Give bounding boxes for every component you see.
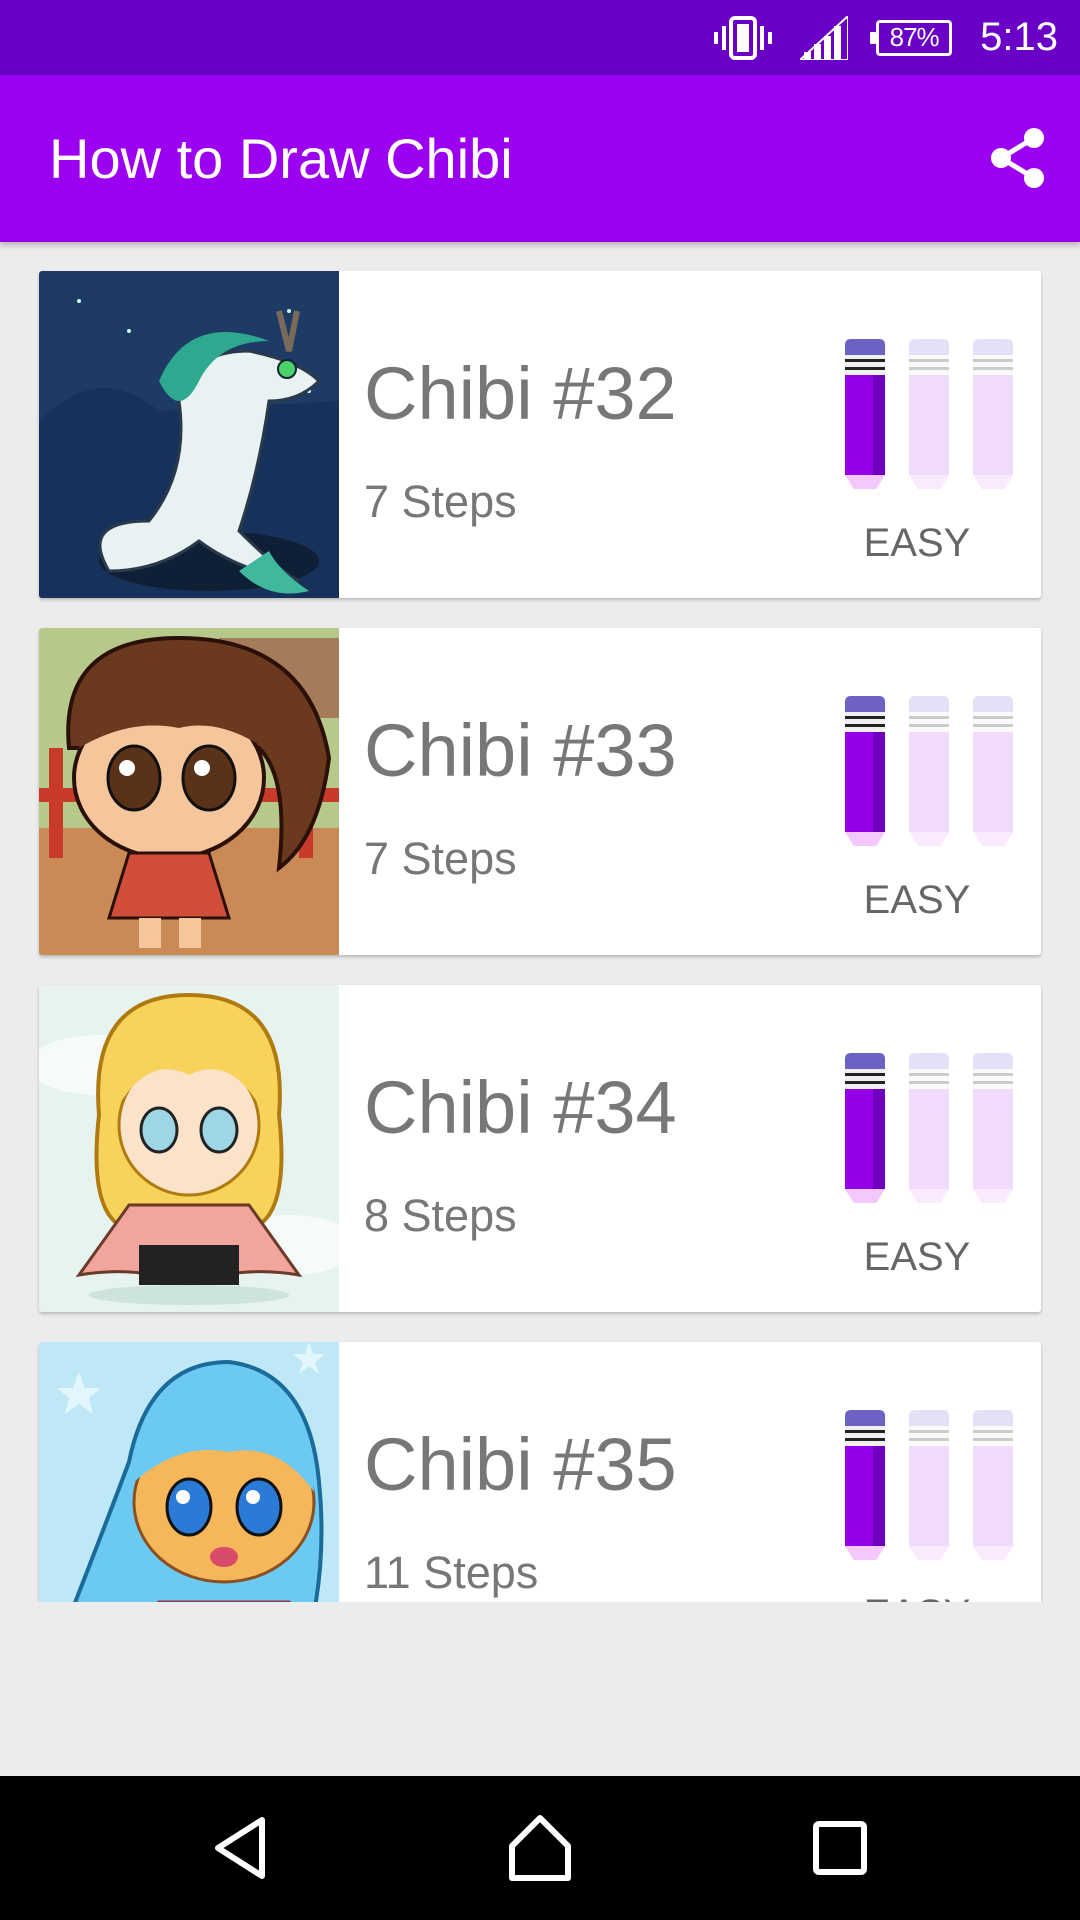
pencil-icon-inactive bbox=[973, 696, 1013, 846]
difficulty-pencils bbox=[845, 339, 1013, 489]
item-title: Chibi #32 bbox=[364, 352, 677, 435]
difficulty-label: EASY bbox=[863, 521, 971, 565]
signal-icon bbox=[800, 15, 849, 60]
vibrate-icon bbox=[714, 15, 773, 60]
recents-icon[interactable] bbox=[798, 1806, 882, 1890]
battery-icon: 87% bbox=[870, 19, 953, 56]
difficulty-label: EASY bbox=[863, 1235, 971, 1279]
pencil-icon-active bbox=[845, 696, 885, 846]
chibi-35-thumbnail bbox=[39, 1342, 339, 1602]
pencil-icon-inactive bbox=[909, 696, 949, 846]
difficulty-label: EASY bbox=[839, 1592, 995, 1602]
difficulty-pencils bbox=[845, 1053, 1013, 1203]
pencil-icon-inactive bbox=[973, 1410, 1013, 1560]
difficulty-label: EASY bbox=[863, 878, 971, 922]
app-bar: How to Draw Chibi bbox=[0, 75, 1080, 242]
item-steps: 7 Steps bbox=[364, 833, 517, 884]
pencil-icon-active bbox=[845, 339, 885, 489]
navigation-bar bbox=[0, 1776, 1080, 1920]
item-title: Chibi #35 bbox=[364, 1423, 677, 1506]
item-steps: 7 Steps bbox=[364, 476, 517, 527]
item-title: Chibi #34 bbox=[364, 1066, 677, 1149]
tutorial-list: Chibi #32 7 Steps EASY Chibi #33 7 Steps… bbox=[0, 242, 1080, 1602]
item-steps: 8 Steps bbox=[364, 1190, 517, 1241]
chibi-34-thumbnail bbox=[39, 985, 339, 1312]
chibi-33-thumbnail bbox=[39, 628, 339, 955]
battery-level: 87% bbox=[889, 22, 940, 52]
difficulty-pencils bbox=[845, 1410, 1013, 1560]
pencil-icon-inactive bbox=[909, 339, 949, 489]
list-item[interactable]: Chibi #35 11 Steps bbox=[39, 1342, 1041, 1602]
pencil-icon-inactive bbox=[909, 1053, 949, 1203]
pencil-icon-inactive bbox=[973, 339, 1013, 489]
pencil-icon-inactive bbox=[973, 1053, 1013, 1203]
share-icon[interactable] bbox=[984, 125, 1050, 191]
list-item[interactable]: Chibi #33 7 Steps EASY bbox=[39, 628, 1041, 955]
back-icon[interactable] bbox=[200, 1806, 284, 1890]
chibi-32-thumbnail bbox=[39, 271, 339, 598]
status-bar: 87% 5:13 bbox=[0, 0, 1080, 75]
difficulty-pencils bbox=[845, 696, 1013, 846]
item-steps: 11 Steps bbox=[364, 1547, 539, 1598]
clock: 5:13 bbox=[980, 15, 1058, 59]
pencil-icon-inactive bbox=[909, 1410, 949, 1560]
home-icon[interactable] bbox=[498, 1806, 582, 1890]
page-title: How to Draw Chibi bbox=[49, 127, 513, 190]
list-item[interactable]: Chibi #32 7 Steps EASY bbox=[39, 271, 1041, 598]
item-title: Chibi #33 bbox=[364, 709, 677, 792]
pencil-icon-active bbox=[845, 1410, 885, 1560]
pencil-icon-active bbox=[845, 1053, 885, 1203]
list-item[interactable]: Chibi #34 8 Steps EASY bbox=[39, 985, 1041, 1312]
